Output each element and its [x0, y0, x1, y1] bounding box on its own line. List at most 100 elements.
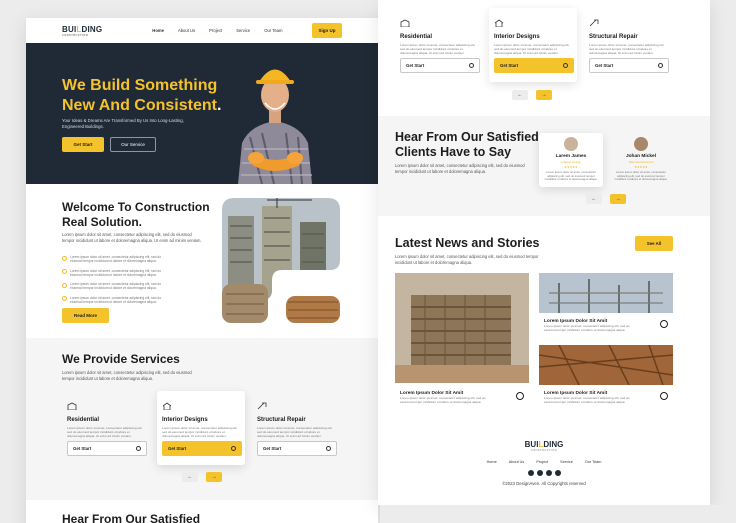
service-card-interior: Interior Designs Lorem ipsum dolor sit a… [489, 8, 577, 82]
welcome-title: Welcome To Construction Real Solution. [62, 200, 210, 229]
nav-team[interactable]: Our Team [264, 28, 282, 33]
check-item: Lorem ipsum dolor sit amet, consectetur … [62, 282, 172, 291]
nav-project[interactable]: Project [209, 28, 222, 33]
testimonials-title: Hear From Our Satisfied Clients Have to … [395, 130, 539, 159]
construction-photo-grid [222, 198, 340, 323]
homepage-left: BUILDING CONSTRUCTION Home About Us Proj… [26, 18, 378, 523]
service-get-start-button[interactable]: Get Start [589, 58, 669, 73]
services-title: We Provide Services [62, 352, 180, 366]
mockup-stage: BUILDING CONSTRUCTION Home About Us Proj… [0, 0, 736, 523]
read-more-button[interactable]: Read More [62, 308, 109, 323]
news-intro: Lorem ipsum dolor sit amet, consectetur … [395, 254, 539, 265]
our-service-button[interactable]: Our Service [110, 137, 156, 152]
arrow-circle-icon [658, 63, 663, 68]
service-get-start-button[interactable]: Get Start [400, 58, 480, 73]
twitter-icon[interactable] [527, 470, 534, 476]
arrow-circle-icon [469, 63, 474, 68]
check-list: Lorem ipsum dolor sit amet, consectetur … [62, 255, 172, 309]
signup-button[interactable]: Sign Up [312, 23, 342, 38]
footer-logo[interactable]: BUILDING [378, 440, 710, 449]
house-icon [494, 19, 504, 28]
next-arrow-button[interactable]: → [206, 472, 222, 482]
top-nav: BUILDING CONSTRUCTION Home About Us Proj… [26, 18, 378, 43]
services-carousel-controls: ← → [512, 90, 552, 100]
avatar [634, 137, 648, 151]
next-arrow-button[interactable]: → [536, 90, 552, 100]
service-card-interior: Interior Designs Lorem ipsum dolor sit a… [157, 391, 245, 465]
news-caption: Lorem Ipsum Dolor Sit Amit Lorem ipsum d… [544, 391, 668, 404]
service-get-start-button[interactable]: Get Start [494, 58, 574, 73]
footer-link[interactable]: About Us [509, 460, 525, 464]
see-all-button[interactable]: See All [635, 236, 673, 251]
news-image [539, 345, 673, 386]
nav-service[interactable]: Service [236, 28, 250, 33]
nav-home[interactable]: Home [152, 28, 164, 33]
service-card-residential: Residential Lorem ipsum dolor sit amet, … [395, 8, 483, 82]
check-icon [62, 296, 67, 302]
hero-title: We Build Something New And Consistent. [62, 77, 222, 114]
rating-stars-icon: ★★★★★ [634, 165, 648, 169]
arrow-circle-icon [231, 446, 236, 451]
footer-link[interactable]: Project [536, 460, 548, 464]
arrow-circle-icon [326, 446, 331, 451]
news-caption: Lorem Ipsum Dolor Sit Amit Lorem ipsum d… [400, 391, 524, 404]
arrow-circle-icon [516, 391, 524, 400]
news-image [395, 273, 529, 383]
footer-link[interactable]: Home [487, 460, 497, 464]
nav-links: Home About Us Project Service Our Team [152, 28, 282, 33]
footer-links: Home About Us Project Service Our Team [378, 460, 710, 464]
arrow-circle-icon [660, 319, 668, 328]
copyright-text: ©2023 DesignAven. All Copyrights reserve… [502, 481, 586, 486]
social-icons [378, 470, 710, 476]
building-icon [67, 402, 77, 411]
avatar [564, 137, 578, 151]
brand-logo[interactable]: BUILDING CONSTRUCTION [62, 25, 102, 37]
news-title: Latest News and Stories [395, 236, 540, 250]
services-cards-continued: Residential Lorem ipsum dolor sit amet, … [378, 0, 710, 110]
service-get-start-button[interactable]: Get Start [257, 441, 337, 456]
services-section: We Provide Services Lorem ipsum dolor si… [26, 338, 378, 500]
worker-image [232, 45, 318, 184]
check-icon [62, 282, 67, 288]
service-card-structural: Structural Repair Lorem ipsum dolor sit … [584, 8, 672, 82]
house-icon [162, 402, 172, 411]
service-get-start-button[interactable]: Get Start [162, 441, 242, 456]
news-image [539, 273, 673, 313]
service-get-start-button[interactable]: Get Start [67, 441, 147, 456]
prev-arrow-button[interactable]: ← [182, 472, 198, 482]
prev-arrow-button[interactable]: ← [512, 90, 528, 100]
arrow-circle-icon [660, 391, 668, 400]
rating-stars-icon: ★★★★★ [564, 165, 578, 169]
hero-section: We Build Something New And Consistent. Y… [26, 43, 378, 184]
prev-arrow-button[interactable]: ← [586, 194, 602, 204]
service-card-residential: Residential Lorem ipsum dolor sit amet, … [62, 391, 150, 465]
testimonials-intro: Lorem ipsum dolor sit amet, consectetur … [395, 163, 525, 174]
building-icon [400, 19, 410, 28]
arrow-circle-icon [563, 63, 568, 68]
check-item: Lorem ipsum dolor sit amet, consectetur … [62, 296, 172, 305]
repair-icon [257, 402, 267, 410]
welcome-intro: Lorem ipsum dolor sit amet, consectetur … [62, 232, 202, 243]
nav-about[interactable]: About Us [178, 28, 195, 33]
hero-text: Your Ideas & Dreams Are Transformed By U… [62, 118, 184, 129]
instagram-icon[interactable] [545, 470, 552, 476]
testimonials-carousel-controls: ← → [586, 194, 626, 204]
services-intro: Lorem ipsum dolor sit amet, consectetur … [62, 370, 192, 381]
facebook-icon[interactable] [536, 470, 543, 476]
news-card[interactable]: Lorem Ipsum Dolor Sit Amit Lorem ipsum d… [539, 345, 673, 408]
news-card[interactable]: Lorem Ipsum Dolor Sit Amit Lorem ipsum d… [395, 273, 529, 408]
services-carousel-controls: ← → [182, 472, 222, 482]
background-strip [380, 505, 736, 523]
footer-link[interactable]: Service [560, 460, 573, 464]
arrow-circle-icon [136, 446, 141, 451]
linkedin-icon[interactable] [554, 470, 561, 476]
testimonials-section: Hear From Our Satisfied Clients Have to … [378, 116, 710, 216]
footer-link[interactable]: Our Team [585, 460, 602, 464]
testimonials-heading-preview: Hear From Our Satisfied [62, 512, 201, 523]
check-icon [62, 269, 67, 275]
news-card[interactable]: Lorem Ipsum Dolor Sit Amit Lorem ipsum d… [539, 273, 673, 336]
next-arrow-button[interactable]: → [610, 194, 626, 204]
get-start-button[interactable]: Get Start [62, 137, 104, 152]
check-item: Lorem ipsum dolor sit amet, consectetur … [62, 255, 172, 264]
news-caption: Lorem Ipsum Dolor Sit Amit Lorem ipsum d… [544, 319, 668, 332]
